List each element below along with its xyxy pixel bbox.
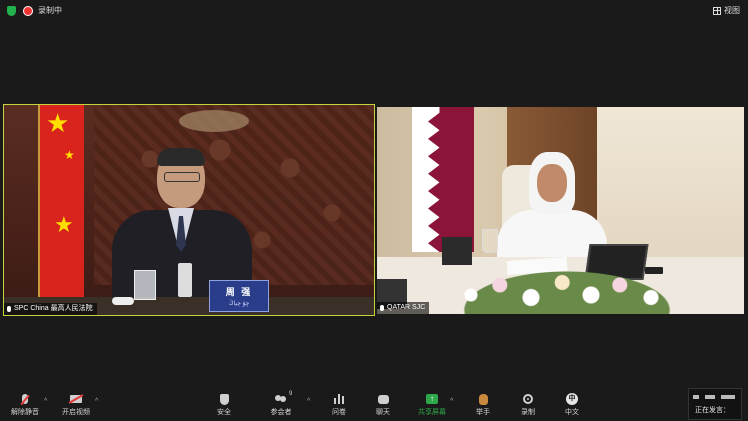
view-button-label: 视图 [724, 6, 740, 15]
meeting-toolbar: 解除静音 ^ 开启视频 ^ 安全 9 参会者 ^ 问卷 聊天 ↑ 共享屏幕 ^ … [0, 387, 748, 421]
security-label: 安全 [217, 409, 231, 416]
emblem-decoration [179, 110, 249, 132]
security-button[interactable]: 安全 [202, 393, 246, 417]
video-off-icon [70, 395, 82, 403]
raise-hand-icon [478, 393, 488, 405]
active-speaker-label: 正在发言： [695, 407, 730, 414]
chat-label: 聊天 [376, 409, 390, 416]
unmute-button[interactable]: 解除静音 [3, 393, 47, 417]
wall-panel [597, 107, 744, 257]
share-screen-icon: ↑ [426, 394, 438, 404]
mini-indicator [705, 395, 715, 399]
video-options-caret-icon[interactable]: ^ [95, 398, 98, 405]
mini-indicator [693, 395, 699, 399]
participant-count: 9 [289, 391, 293, 397]
top-bar: 录制中 视图 [0, 0, 748, 22]
mic-icon [380, 305, 384, 311]
participants-button[interactable]: 9 参会者 [259, 391, 303, 417]
mic-muted-icon [22, 394, 28, 404]
share-options-caret-icon[interactable]: ^ [450, 398, 453, 405]
chat-icon [377, 394, 389, 404]
water-glass [134, 270, 156, 300]
video-feed: ★ ★ ★ 周 强 چۇ چياڭ [4, 105, 374, 315]
recording-icon [23, 6, 33, 16]
mic-icon [7, 306, 11, 312]
participant-name-label: QATAR SJC [377, 302, 430, 314]
nameplate: 周 强 چۇ چياڭ [209, 280, 269, 312]
nameplate-subtext: چۇ چياڭ [228, 301, 250, 307]
chat-button[interactable]: 聊天 [361, 393, 405, 417]
record-label: 录制 [521, 409, 535, 416]
water-glass [482, 229, 498, 253]
participant-name: QATAR SJC [387, 304, 426, 311]
shield-icon [219, 393, 229, 405]
flag-star-icon: ★ [64, 148, 75, 162]
active-speaker-panel: 正在发言： [688, 388, 742, 420]
polls-button[interactable]: 问卷 [317, 393, 361, 417]
language-icon: 中 [566, 393, 578, 405]
flag-star-icon: ★ [46, 108, 70, 138]
start-video-button[interactable]: 开启视频 [54, 393, 98, 417]
view-button[interactable]: 视图 [713, 5, 740, 16]
video-tile-qatar-sjc[interactable]: QATAR SJC [377, 107, 744, 314]
nameplate-name: 周 强 [225, 287, 253, 297]
record-icon [523, 394, 533, 404]
mini-indicator [721, 395, 735, 399]
participants-options-caret-icon[interactable]: ^ [307, 398, 310, 405]
qatar-flag [412, 107, 474, 252]
participant-name: SPC China 最高人民法院 [14, 305, 93, 312]
unmute-label: 解除静音 [11, 409, 39, 416]
recording-status-label: 录制中 [38, 6, 62, 15]
flag-star-icon: ★ [54, 212, 74, 237]
poll-icon [334, 394, 344, 404]
video-tile-spc-china[interactable]: ★ ★ ★ 周 强 چۇ چياڭ SPC China 最高人民法院 [3, 104, 375, 316]
participants-label: 参会者 [270, 409, 292, 416]
language-label: 中文 [565, 409, 579, 416]
desk-microphone [178, 263, 192, 297]
china-flag: ★ ★ ★ [40, 105, 84, 305]
flower-arrangement [447, 265, 687, 314]
start-video-label: 开启视频 [62, 409, 90, 416]
tissue [112, 297, 134, 305]
share-screen-button[interactable]: ↑ 共享屏幕 [410, 393, 454, 417]
video-feed [377, 107, 744, 314]
grid-view-icon [713, 6, 721, 15]
raise-hand-label: 举手 [476, 409, 490, 416]
encryption-shield-icon[interactable] [7, 6, 16, 16]
audio-options-caret-icon[interactable]: ^ [44, 398, 47, 405]
polls-label: 问卷 [332, 409, 346, 416]
language-button[interactable]: 中 中文 [550, 393, 594, 417]
tissue-box [442, 237, 472, 265]
participant-name-label: SPC China 最高人民法院 [4, 303, 97, 315]
raise-hand-button[interactable]: 举手 [461, 393, 505, 417]
record-button[interactable]: 录制 [506, 393, 550, 417]
share-screen-label: 共享屏幕 [418, 409, 446, 416]
participants-icon [275, 394, 287, 404]
